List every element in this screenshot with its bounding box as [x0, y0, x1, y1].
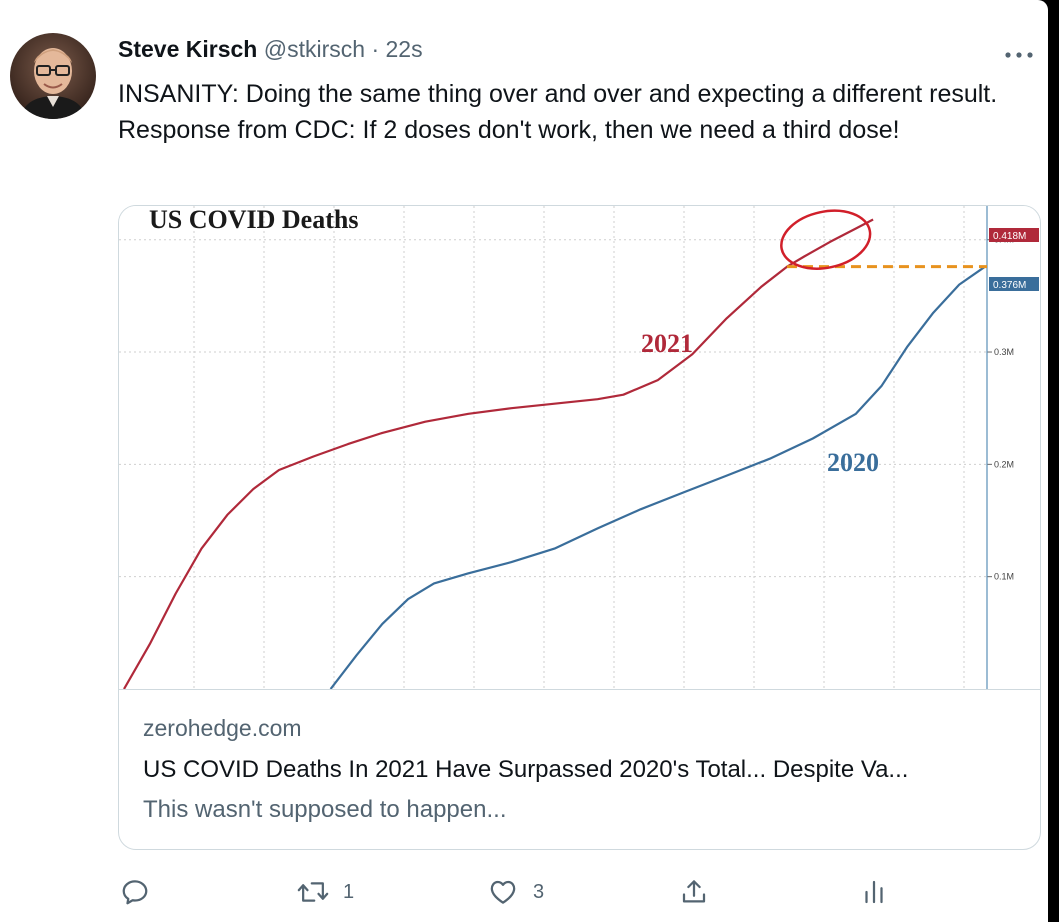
heart-icon [490, 880, 516, 904]
link-preview-card[interactable]: 0.1M0.2M0.3M0.4M US COVID Deaths 2021202… [118, 205, 1041, 850]
analytics-button[interactable] [861, 872, 887, 912]
tweet-timestamp[interactable]: 22s [386, 36, 423, 62]
card-description: This wasn't supposed to happen... [143, 796, 507, 823]
chart-title: US COVID Deaths [149, 206, 358, 234]
avatar-image [10, 33, 96, 119]
retweet-button[interactable]: 1 [297, 872, 354, 912]
share-icon [682, 880, 706, 903]
chart-annotations: 0.418M 0.376M [780, 209, 1039, 291]
author-name[interactable]: Steve Kirsch [118, 36, 257, 62]
card-title: US COVID Deaths In 2021 Have Surpassed 2… [143, 756, 909, 783]
value-badge-label-2021: 0.418M [993, 231, 1026, 242]
series-line-2021 [123, 218, 874, 689]
series-label-2020: 2020 [827, 448, 879, 477]
retweet-count: 1 [343, 880, 355, 903]
chart-image: 0.1M0.2M0.3M0.4M US COVID Deaths 2021202… [119, 206, 1040, 690]
tweet-card[interactable]: Steve Kirsch @stkirsch · 22s INSANITY: D… [0, 0, 1048, 922]
like-button[interactable]: 3 [487, 872, 544, 912]
share-button[interactable] [679, 872, 709, 912]
y-tick-label: 0.3M [994, 347, 1014, 357]
reply-icon [122, 880, 148, 905]
avatar[interactable] [10, 33, 96, 119]
value-badge-label-2020: 0.376M [993, 280, 1026, 291]
chart-series: 2021 2020 [123, 218, 986, 689]
chart: 0.1M0.2M0.3M0.4M US COVID Deaths 2021202… [119, 206, 1039, 689]
y-tick-label: 0.1M [994, 572, 1014, 582]
retweet-icon [297, 882, 329, 902]
tweet-header: Steve Kirsch @stkirsch · 22s [118, 36, 423, 63]
more-options-button[interactable] [1004, 40, 1034, 66]
tweet-text: INSANITY: Doing the same thing over and … [118, 80, 998, 144]
y-tick-label: 0.2M [994, 459, 1014, 469]
reply-button[interactable] [120, 872, 150, 912]
header-separator: · [371, 36, 380, 62]
analytics-icon [865, 880, 883, 904]
more-icon [1005, 52, 1033, 58]
series-label-2021: 2021 [641, 329, 693, 358]
like-count: 3 [533, 880, 545, 903]
card-domain: zerohedge.com [143, 715, 302, 741]
author-handle[interactable]: @stkirsch [264, 36, 365, 62]
